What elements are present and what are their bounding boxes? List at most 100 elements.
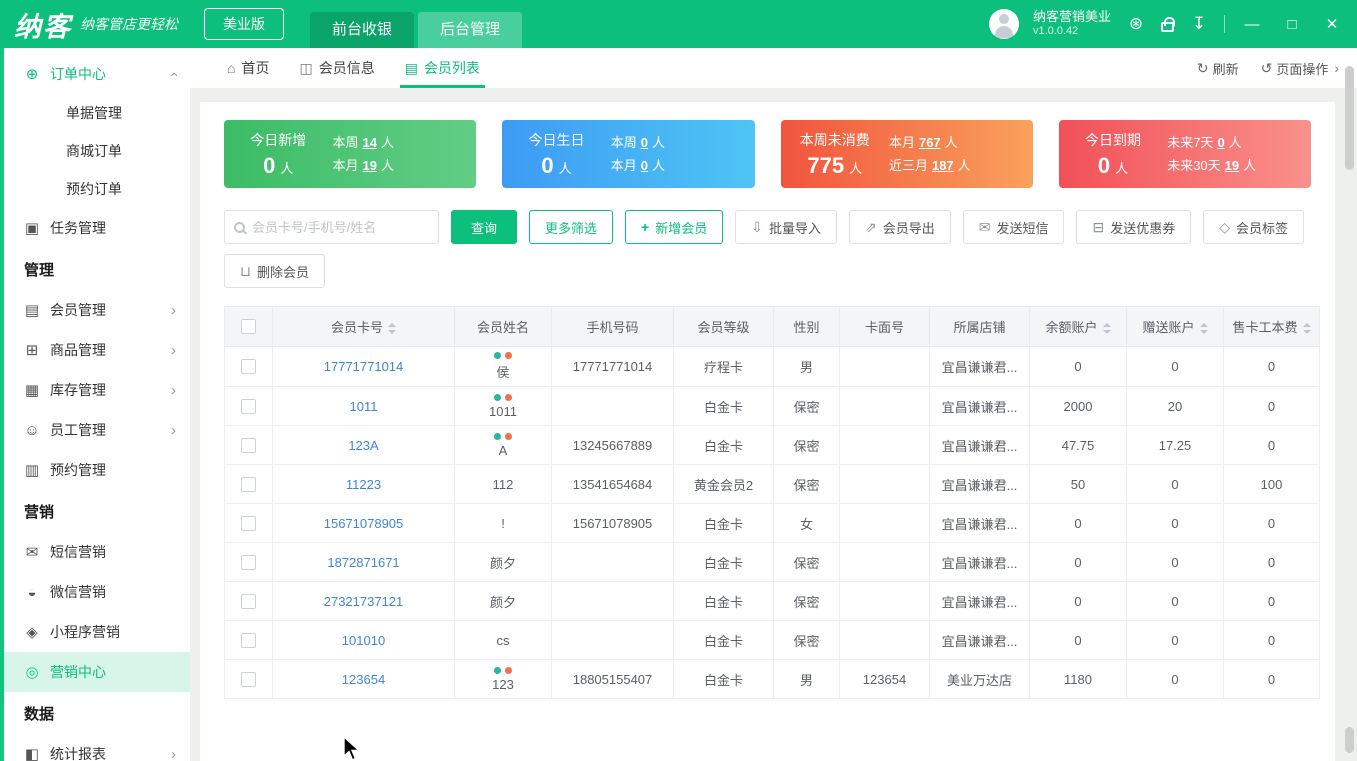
members-icon: ◫ [299,59,313,76]
tag-dot [494,352,501,359]
column-header-balance[interactable]: 余额账户 [1029,306,1127,347]
tab-member-list[interactable]: ▤ 会员列表 [390,48,495,88]
row-checkbox[interactable] [241,437,256,453]
refresh-button[interactable]: ↻ 刷新 [1197,59,1239,78]
cell-balance: 0 [1029,346,1127,387]
tag-dot [494,393,501,401]
member-card-link[interactable]: 123654 [342,672,385,687]
sort-icon[interactable] [1102,323,1111,335]
member-tag-dots [459,666,547,674]
member-export-button[interactable]: ⇗ 会员导出 [848,210,951,244]
tab-member-info[interactable]: ◫ 会员信息 [284,48,389,88]
column-header-card_no[interactable]: 会员卡号 [272,306,455,347]
sidebar-subitem-mall-orders[interactable]: 商城订单 [4,132,190,170]
vertical-scrollbar-thumb-bottom[interactable] [1345,727,1354,753]
button-label: 查询 [471,220,498,236]
sidebar-item-label: 小程序营销 [50,624,120,640]
download-icon[interactable]: ↧ [1188,14,1210,34]
stat-detail-line: 未来7天 0 人 [1167,135,1242,150]
sort-icon[interactable] [1199,323,1208,335]
stat-detail-line: 本周 14 人 [332,135,394,150]
topnav-tab-cashier[interactable]: 前台收银 [310,12,415,48]
list-icon: ▤ [404,59,418,76]
stat-card-main: 今日到期 0 人 [1059,130,1167,179]
column-header-gender: 性别 [773,306,840,347]
maximize-button[interactable]: □ [1279,16,1305,33]
minimize-button[interactable]: — [1239,16,1265,33]
chevron-right-icon: › [171,745,176,761]
send-sms-button[interactable]: ✉ 发送短信 [962,210,1065,244]
sidebar-item-member-management[interactable]: ▤ 会员管理 › [4,290,190,330]
tab-home[interactable]: ⌂ 首页 [212,48,284,88]
row-checkbox[interactable] [241,554,256,570]
sidebar-item-marketing-center[interactable]: ◎ 营销中心 [4,652,190,692]
chevron-right-icon: › [171,341,176,359]
sidebar-item-wechat-marketing[interactable]: ◒ 微信营销 [4,572,190,612]
avatar[interactable] [988,9,1019,39]
cell-balance: 0 [1029,581,1127,621]
chevron-right-icon: › [171,421,176,439]
row-checkbox[interactable] [241,632,256,648]
tag-icon: ◇ [1219,218,1231,235]
member-list-panel: 今日新增 0 人本周 14 人本月 19 人今日生日 0 人本周 0 人本月 0 人本周未消费 775 人本… [200,102,1335,761]
member-tags-button[interactable]: ◇ 会员标签 [1203,210,1305,244]
select-all-checkbox[interactable] [241,319,256,334]
app-version: v1.0.0.42 [1032,25,1079,37]
send-coupon-button[interactable]: ⊟ 发送优惠券 [1076,210,1192,244]
member-card-link[interactable]: 1011 [350,399,378,414]
member-card-link[interactable]: 101010 [342,633,385,648]
member-card-link[interactable]: 123A [348,438,378,453]
row-checkbox[interactable] [241,398,256,414]
more-filters-button[interactable]: 更多筛选 [529,210,614,244]
target-icon: ◎ [25,664,39,681]
column-label: 性别 [793,320,820,335]
sort-icon[interactable] [388,323,396,335]
sidebar-subitem-docs-management[interactable]: 单据管理 [4,94,190,132]
row-checkbox[interactable] [241,671,256,687]
search-input[interactable] [252,219,429,235]
row-checkbox[interactable] [241,476,256,492]
sidebar-item-product-management[interactable]: ⊞ 商品管理 › [4,330,190,370]
booking-icon: ▥ [24,462,40,479]
member-card-link[interactable]: 1872871671 [327,555,399,570]
delete-member-button[interactable]: ⊔ 删除会员 [224,254,325,288]
column-header-fee[interactable]: 售卡工本费 [1223,306,1320,347]
stats-cards: 今日新增 0 人本周 14 人本月 19 人今日生日 0 人本周 0 人本月 0 人本周未消费 775 人本… [224,120,1311,188]
sidebar-item-staff-management[interactable]: ☺ 员工管理 › [4,410,190,450]
add-member-button[interactable]: + 新增会员 [625,210,724,244]
member-card-link[interactable]: 15671078905 [324,516,404,531]
member-card-link[interactable]: 27321737121 [324,594,404,609]
sidebar-item-task-management[interactable]: ▣ 任务管理 [4,208,190,248]
row-checkbox[interactable] [241,359,256,374]
cell-fee: 100 [1223,464,1320,504]
cell-balance: 47.75 [1029,425,1127,465]
column-header-gift[interactable]: 赠送账户 [1126,306,1224,347]
globe-icon[interactable]: ⊛ [1125,14,1147,34]
sidebar-item-miniprogram-marketing[interactable]: ◈ 小程序营销 [4,612,190,652]
sidebar-subitem-booking-orders[interactable]: 预约订单 [4,170,190,208]
member-card-link[interactable]: 11223 [346,477,381,492]
sort-icon[interactable] [1302,323,1311,335]
vertical-scrollbar-thumb[interactable] [1345,66,1354,170]
row-checkbox[interactable] [241,593,256,609]
cell-checkbox [224,425,273,465]
cell-balance: 0 [1029,503,1127,543]
lock-icon[interactable] [1161,17,1175,32]
sidebar-item-order-center[interactable]: ⊕ 订单中心 › [4,54,190,94]
search-button[interactable]: 查询 [451,210,518,244]
edition-button[interactable]: 美业版 [204,8,284,40]
report-icon: ◧ [24,746,40,761]
batch-import-button[interactable]: ⇩ 批量导入 [735,210,837,244]
sidebar-item-sms-marketing[interactable]: ✉ 短信营销 [4,532,190,572]
sidebar-item-statistics-reports[interactable]: ◧ 统计报表 › [4,734,190,761]
stat-card-main: 本周未消费 775 人 [781,130,889,179]
row-checkbox[interactable] [241,515,256,531]
column-header-checkbox[interactable] [224,306,273,347]
member-card-link[interactable]: 17771771014 [324,359,404,374]
topnav-tab-admin[interactable]: 后台管理 [418,12,523,48]
page-operations-button[interactable]: ↺ 页面操作 › [1261,59,1339,78]
sidebar-item-appointment-management[interactable]: ▥ 预约管理 [4,450,190,490]
close-button[interactable]: ✕ [1319,15,1345,33]
sidebar-item-inventory-management[interactable]: ▦ 库存管理 › [4,370,190,410]
cell-card-face [839,620,930,660]
